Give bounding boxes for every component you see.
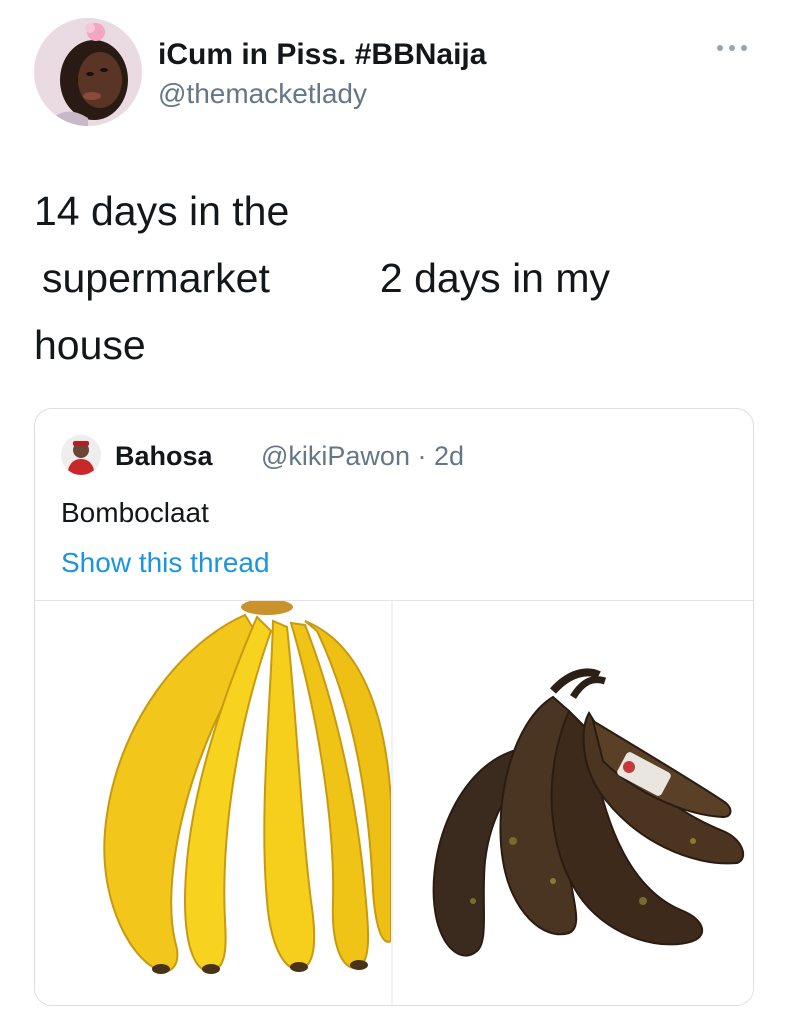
quoted-author-avatar[interactable] <box>61 435 101 475</box>
rotten-bananas-icon <box>393 601 753 1005</box>
author-display-name[interactable]: iCum in Piss. #BBNaija <box>158 38 486 72</box>
tweet-line-2: supermarket 2 days in my <box>34 245 734 312</box>
quoted-author-name[interactable]: Bahosa <box>115 441 213 472</box>
quoted-media-grid <box>35 600 753 1005</box>
quoted-profile-photo-icon <box>61 435 101 475</box>
author-handle[interactable]: @themacketlady <box>158 78 367 110</box>
quoted-author-meta[interactable]: @kikiPawon · 2d <box>261 441 464 472</box>
author-avatar[interactable] <box>34 18 142 126</box>
tweet-line-1: 14 days in the <box>34 188 290 234</box>
show-thread-link[interactable]: Show this thread <box>61 547 270 579</box>
tweet-line-2-left: supermarket <box>42 255 270 301</box>
quoted-tweet-header: Bahosa @kikiPawon · 2d <box>61 435 721 475</box>
rotten-bananas-image[interactable] <box>393 601 753 1005</box>
yellow-bananas-image[interactable] <box>35 601 393 1005</box>
tweet-line-2-right: 2 days in my <box>379 255 611 301</box>
profile-photo-icon <box>34 18 142 126</box>
tweet-line-3: house <box>34 322 146 368</box>
more-options-icon[interactable] <box>714 40 750 56</box>
tweet-screen: iCum in Piss. #BBNaija @themacketlady 14… <box>0 0 787 1024</box>
quoted-tweet-card[interactable]: Bahosa @kikiPawon · 2d Bomboclaat Show t… <box>34 408 754 1006</box>
yellow-bananas-icon <box>35 601 391 1005</box>
quoted-tweet-text: Bomboclaat <box>61 497 209 528</box>
tweet-text: 14 days in the supermarket 2 days in my h… <box>34 178 734 379</box>
tweet-header: iCum in Piss. #BBNaija @themacketlady <box>34 18 754 128</box>
